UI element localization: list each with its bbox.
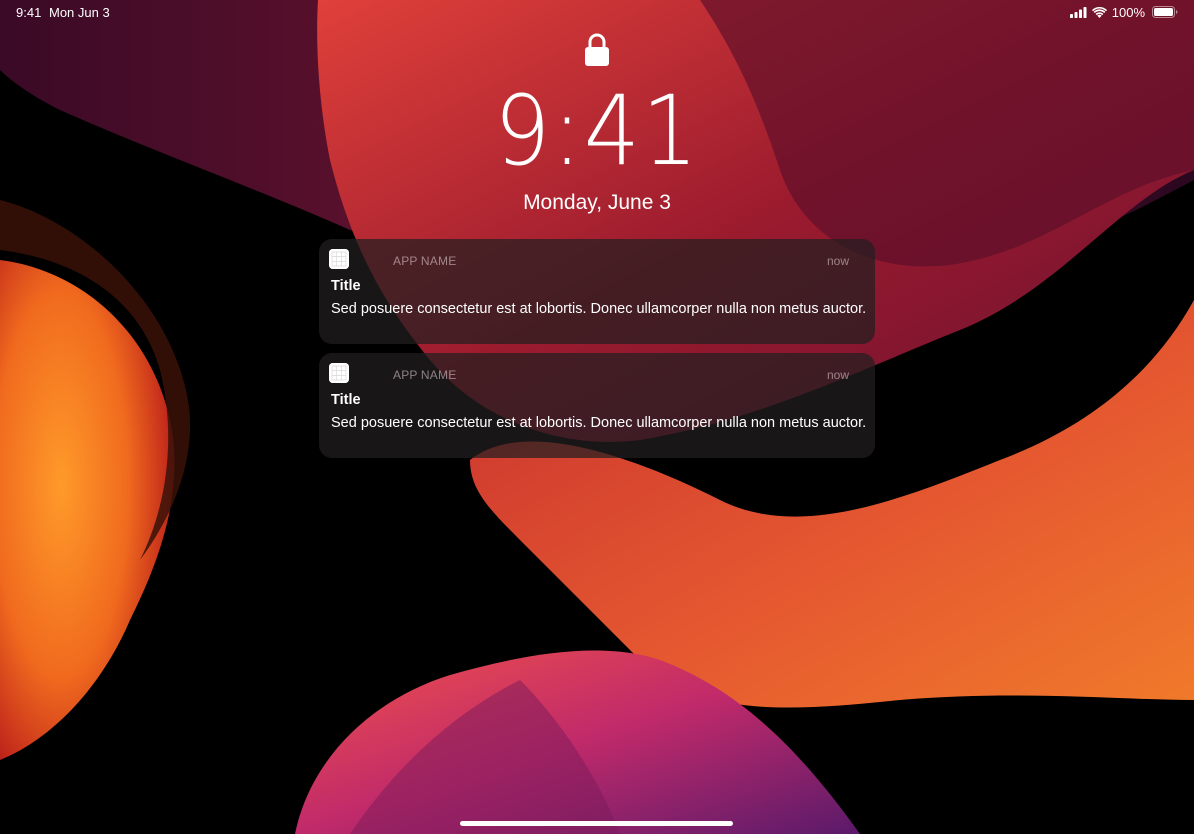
status-indicators: 100% (1069, 4, 1178, 20)
battery-percentage: 100% (1111, 4, 1145, 20)
notification-time: now (826, 368, 849, 382)
notification-card[interactable]: APP NAME now Title Sed posuere consectet… (319, 239, 875, 344)
app-icon (329, 363, 349, 383)
notification-title: Title (331, 278, 361, 294)
status-bar: 9:41 Mon Jun 3 100% (0, 0, 1194, 24)
notification-card[interactable]: APP NAME now Title Sed posuere consectet… (319, 353, 875, 458)
app-icon (329, 249, 349, 269)
battery-icon (1152, 6, 1178, 18)
status-date: Mon Jun 3 (49, 5, 110, 20)
cellular-signal-icon (1069, 6, 1087, 18)
notification-app-name: APP NAME (393, 368, 457, 382)
status-time: 9:41 (16, 5, 42, 20)
notification-body: Sed posuere consectetur est at lobortis.… (331, 301, 867, 317)
home-indicator[interactable] (460, 821, 733, 826)
lock-screen-clock: 9:41 (494, 75, 700, 187)
lock-screen: 9:41 Mon Jun 3 100% 9:41 Monday, June 3 … (0, 0, 1194, 834)
wifi-icon (1091, 6, 1107, 18)
lock-screen-date: Monday, June 3 (523, 191, 671, 214)
notification-body: Sed posuere consectetur est at lobortis.… (331, 415, 867, 431)
notification-app-name: APP NAME (393, 254, 457, 268)
notification-time: now (826, 254, 849, 268)
lock-icon (585, 33, 609, 66)
notification-title: Title (331, 392, 361, 408)
